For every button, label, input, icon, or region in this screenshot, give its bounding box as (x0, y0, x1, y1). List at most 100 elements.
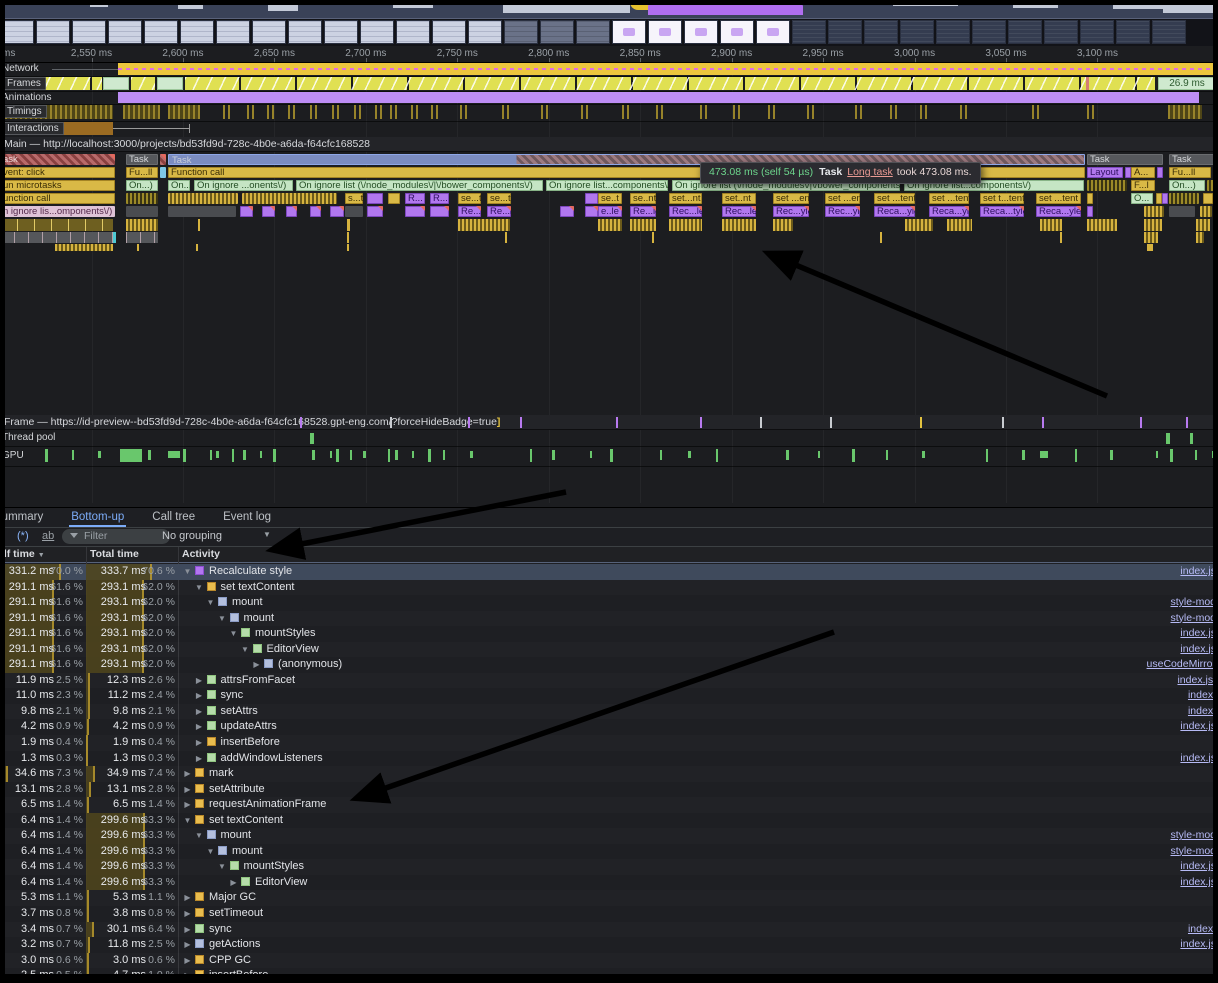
flame-box[interactable]: On...) (1169, 180, 1205, 191)
table-row[interactable]: 6.4 ms1.4 %299.6 ms63.3 %▼mountstyle-mod (0, 828, 1218, 844)
table-row[interactable]: 1.3 ms0.3 %1.3 ms0.3 %▶addWindowListener… (0, 751, 1218, 767)
thumbnail[interactable] (324, 20, 358, 44)
source-link[interactable]: index.js (1180, 564, 1216, 580)
flame-box[interactable]: Fu...ll (1169, 167, 1211, 178)
collapse-arrow-icon[interactable]: ▼ (205, 595, 216, 611)
flame-box-recalculate-style[interactable]: Reca...tyle (980, 206, 1024, 217)
thumbnail[interactable] (180, 20, 214, 44)
animations-track[interactable]: Animations (0, 91, 1218, 105)
flame-box[interactable] (1200, 206, 1212, 217)
expand-arrow-icon[interactable]: ▶ (182, 906, 193, 922)
flame-box[interactable]: Task (1169, 154, 1218, 165)
frames-track[interactable]: 26.9 ms Frames (0, 76, 1218, 92)
flame-box[interactable] (262, 206, 275, 217)
thumbnail[interactable] (108, 20, 142, 44)
flame-box[interactable]: n ignore lis...omponents\/) (0, 206, 115, 217)
thumbnail[interactable] (72, 20, 106, 44)
table-row[interactable]: 2.5 ms0.5 %4.7 ms1.0 %▶insertBefore (0, 968, 1218, 983)
flame-box[interactable] (1169, 193, 1199, 204)
flame-box[interactable] (560, 206, 574, 217)
source-link[interactable]: index. (1188, 688, 1216, 704)
flame-box-recalculate-style[interactable]: Reca...yle (929, 206, 969, 217)
flame-box-set-textcontent[interactable]: set ...tent (1036, 193, 1081, 204)
table-row[interactable]: 1.9 ms0.4 %1.9 ms0.4 %▶insertBefore (0, 735, 1218, 751)
thumbnail[interactable] (252, 20, 286, 44)
flame-box-set-textcontent[interactable]: se...t (458, 193, 481, 204)
flame-box[interactable]: F...l (1131, 180, 1155, 191)
table-row[interactable]: 34.6 ms7.3 %34.9 ms7.4 %▶mark (0, 766, 1218, 782)
table-row[interactable]: 291.1 ms61.6 %293.1 ms62.0 %▼mountStyles… (0, 626, 1218, 642)
thumbnail[interactable] (648, 20, 682, 44)
flame-box[interactable]: On ignore ...onents\/) (194, 180, 293, 191)
thumbnail[interactable] (1008, 20, 1042, 44)
collapse-arrow-icon[interactable]: ▼ (194, 828, 205, 844)
flame-box[interactable]: On ignore list...components\/) (546, 180, 668, 191)
flame-box-set-textcontent[interactable]: se...t (487, 193, 511, 204)
collapse-arrow-icon[interactable]: ▼ (182, 813, 193, 829)
flame-box[interactable] (286, 206, 297, 217)
flame-box-set-textcontent[interactable]: set...nt (669, 193, 702, 204)
expand-arrow-icon[interactable]: ▶ (182, 766, 193, 782)
flame-box-set-textcontent[interactable]: set ...ent (825, 193, 860, 204)
flame-box[interactable] (367, 206, 383, 217)
timings-track[interactable]: Timings (0, 104, 1218, 122)
main-thread-header[interactable]: Main — http://localhost:3000/projects/bd… (0, 137, 1218, 152)
expand-arrow-icon[interactable]: ▶ (182, 922, 193, 938)
flame-box[interactable]: On...) (126, 180, 158, 191)
flame-box[interactable] (1144, 206, 1164, 217)
flame-box[interactable] (1087, 180, 1127, 191)
table-row[interactable]: 291.1 ms61.6 %293.1 ms62.0 %▶(anonymous)… (0, 657, 1218, 673)
tooltip-long-task-link[interactable]: Long task (847, 166, 893, 178)
flame-box[interactable]: unction call (0, 193, 115, 204)
table-row[interactable]: 13.1 ms2.8 %13.1 ms2.8 %▶setAttribute (0, 782, 1218, 798)
expand-arrow-icon[interactable]: ▶ (194, 719, 205, 735)
flame-box[interactable] (388, 193, 400, 204)
expand-arrow-icon[interactable]: ▶ (182, 953, 193, 969)
flame-box-recalculate-style[interactable]: Rec...le (669, 206, 702, 217)
source-link[interactable]: index.js (1180, 859, 1216, 875)
flame-box[interactable] (345, 206, 363, 217)
thumbnail[interactable] (360, 20, 394, 44)
table-row[interactable]: 291.1 ms61.6 %293.1 ms62.0 %▼EditorViewi… (0, 642, 1218, 658)
column-header-self-time[interactable]: Self time ▼ (0, 548, 45, 560)
flame-box[interactable]: On...) (168, 180, 190, 191)
table-row[interactable]: 11.0 ms2.3 %11.2 ms2.4 %▶syncindex. (0, 688, 1218, 704)
flame-box[interactable] (160, 167, 166, 178)
source-link[interactable]: index.js (1180, 626, 1216, 642)
thumbnail[interactable] (612, 20, 646, 44)
source-link[interactable]: style-mod (1170, 611, 1216, 627)
table-row[interactable]: 291.1 ms61.6 %293.1 ms62.0 %▼set textCon… (0, 580, 1218, 596)
table-row[interactable]: 4.2 ms0.9 %4.2 ms0.9 %▶updateAttrsindex.… (0, 719, 1218, 735)
thumbnail[interactable] (468, 20, 502, 44)
flame-box-set-textcontent[interactable]: se..nt (630, 193, 656, 204)
thumbnail[interactable] (720, 20, 754, 44)
tab-call-tree[interactable]: Call tree (150, 509, 197, 526)
thumbnail[interactable] (216, 20, 250, 44)
source-link[interactable]: index. (1188, 704, 1216, 720)
thumbnail[interactable] (756, 20, 790, 44)
thumbnail[interactable] (828, 20, 862, 44)
table-row[interactable]: 3.0 ms0.6 %3.0 ms0.6 %▶CPP GC (0, 953, 1218, 969)
thumbnail[interactable] (1044, 20, 1078, 44)
thumbnail[interactable] (1116, 20, 1150, 44)
table-row[interactable]: 3.4 ms0.7 %30.1 ms6.4 %▶syncindex. (0, 922, 1218, 938)
expand-arrow-icon[interactable]: ▶ (194, 673, 205, 689)
tab-event-log[interactable]: Event log (221, 509, 273, 526)
flame-box[interactable]: s...t (345, 193, 363, 204)
table-row[interactable]: 6.4 ms1.4 %299.6 ms63.3 %▼mountstyle-mod (0, 844, 1218, 860)
flame-box-set-textcontent[interactable]: set..nt (722, 193, 756, 204)
flame-box[interactable] (367, 193, 383, 204)
match-case-icon[interactable]: Aa (0, 530, 4, 542)
network-track[interactable]: Network (0, 62, 1218, 77)
thumbnail[interactable] (1080, 20, 1114, 44)
table-row[interactable]: 6.5 ms1.4 %6.5 ms1.4 %▶requestAnimationF… (0, 797, 1218, 813)
expand-arrow-icon[interactable]: ▶ (182, 782, 193, 798)
thumbnail[interactable] (540, 20, 574, 44)
flame-box[interactable] (585, 206, 598, 217)
table-row[interactable]: 3.2 ms0.7 %11.8 ms2.5 %▶getActionsindex.… (0, 937, 1218, 953)
source-link[interactable]: index.js (1180, 751, 1216, 767)
expand-arrow-icon[interactable]: ▶ (182, 890, 193, 906)
column-header-total-time[interactable]: Total time (90, 548, 139, 560)
source-link[interactable]: style-mod (1170, 828, 1216, 844)
flame-box-recalculate-style[interactable]: Reca...yle (874, 206, 915, 217)
